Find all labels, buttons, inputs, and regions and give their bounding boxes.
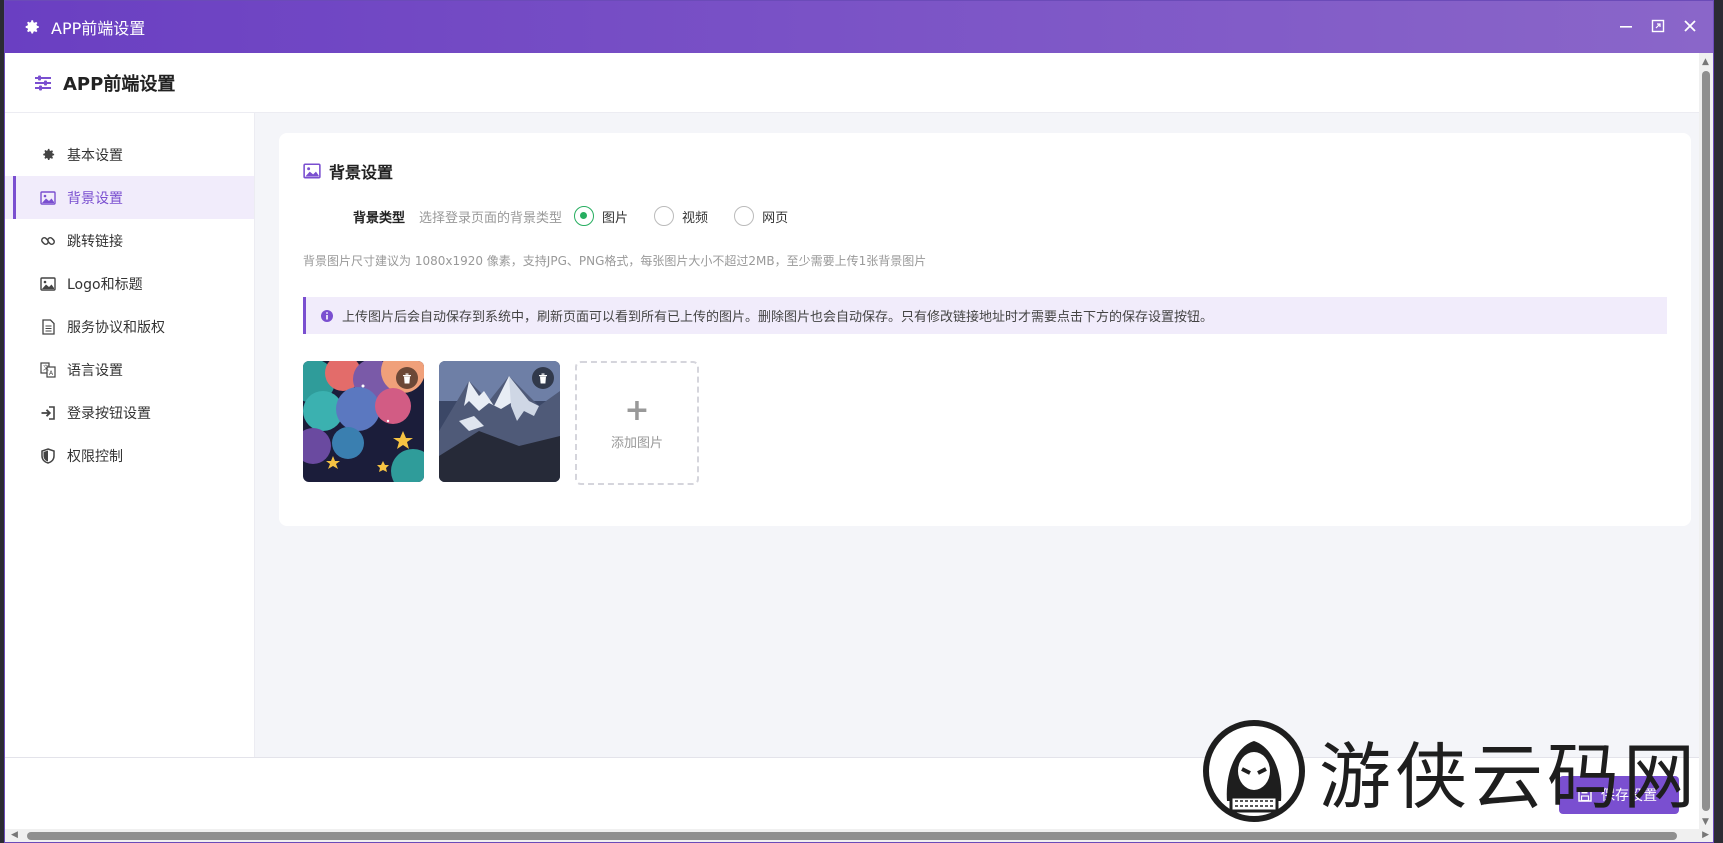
sidebar-item-login-button-settings[interactable]: 登录按钮设置 — [5, 391, 254, 434]
radio-dot[interactable] — [734, 206, 755, 226]
sidebar-item-redirect-links[interactable]: 跳转链接 — [5, 219, 254, 262]
link-icon — [39, 232, 57, 250]
horizontal-scrollbar[interactable]: ◀ ▶ — [5, 829, 1713, 842]
save-settings-label: 保存设置 — [1601, 788, 1657, 804]
image-list: + 添加图片 — [303, 361, 699, 485]
main-content: 背景设置 背景类型 选择登录页面的背景类型 图片 视频 网页 背景图片尺寸建议为… — [255, 113, 1699, 757]
page-header: APP前端设置 — [5, 53, 1699, 113]
radio-video[interactable]: 视频 — [654, 206, 708, 226]
plus-icon: + — [624, 392, 650, 428]
sidebar-item-label: 服务协议和版权 — [67, 319, 165, 336]
sidebar-item-permission-control[interactable]: 权限控制 — [5, 434, 254, 477]
radio-dot[interactable] — [654, 206, 675, 226]
scroll-down-icon[interactable]: ▼ — [1702, 817, 1709, 827]
image-icon — [303, 163, 321, 179]
sidebar-item-label: Logo和标题 — [67, 276, 143, 293]
shield-icon — [39, 447, 57, 465]
page-title: APP前端设置 — [63, 73, 176, 95]
section-title: 背景设置 — [303, 159, 393, 183]
sidebar-item-terms-copyright[interactable]: 服务协议和版权 — [5, 305, 254, 348]
sidebar-nav: 基本设置 背景设置 跳转链接 Logo和标题 服务协议和版权 文A 语言设置 登… — [5, 113, 255, 757]
sidebar-item-label: 跳转链接 — [67, 233, 123, 250]
info-icon — [321, 309, 333, 322]
gear-icon — [25, 20, 39, 34]
add-image-button[interactable]: + 添加图片 — [575, 361, 699, 485]
sidebar-item-logo-title[interactable]: Logo和标题 — [5, 262, 254, 305]
scroll-up-icon[interactable]: ▲ — [1702, 57, 1709, 67]
image-size-hint: 背景图片尺寸建议为 1080x1920 像素，支持JPG、PNG格式，每张图片大… — [303, 254, 927, 268]
sidebar-item-basic-settings[interactable]: 基本设置 — [5, 133, 254, 176]
sidebar-item-language-settings[interactable]: 文A 语言设置 — [5, 348, 254, 391]
floppy-disk-icon — [1578, 788, 1592, 802]
sidebar-item-label: 权限控制 — [67, 448, 123, 465]
radio-image[interactable]: 图片 — [574, 206, 628, 226]
vertical-scrollbar[interactable]: ▲ ▼ — [1699, 53, 1713, 829]
sliders-icon — [35, 75, 51, 90]
info-text: 上传图片后会自动保存到系统中，刷新页面可以看到所有已上传的图片。删除图片也会自动… — [342, 310, 1214, 325]
horizontal-scroll-thumb[interactable] — [27, 832, 1677, 840]
scroll-left-icon[interactable]: ◀ — [11, 830, 18, 840]
background-image-thumbnail[interactable] — [303, 361, 424, 482]
background-type-row: 背景类型 选择登录页面的背景类型 图片 视频 网页 — [353, 206, 814, 226]
add-image-label: 添加图片 — [610, 435, 663, 451]
radio-webpage[interactable]: 网页 — [734, 206, 788, 226]
background-type-label: 背景类型 — [353, 210, 406, 226]
radio-label: 网页 — [762, 210, 789, 226]
save-settings-button[interactable]: 保存设置 — [1559, 776, 1679, 814]
radio-dot[interactable] — [574, 206, 595, 226]
sidebar-item-label: 语言设置 — [67, 362, 123, 379]
maximize-icon[interactable] — [1649, 17, 1667, 35]
window-title: APP前端设置 — [51, 19, 146, 38]
close-icon[interactable] — [1681, 17, 1699, 35]
radio-label: 视频 — [682, 210, 709, 226]
sidebar-item-background-settings[interactable]: 背景设置 — [5, 176, 254, 219]
trash-icon[interactable] — [532, 367, 554, 389]
section-title-text: 背景设置 — [329, 163, 394, 182]
vertical-scroll-thumb[interactable] — [1702, 71, 1710, 811]
minimize-icon[interactable] — [1617, 17, 1635, 35]
scroll-right-icon[interactable]: ▶ — [1702, 830, 1709, 840]
background-image-thumbnail[interactable] — [439, 361, 560, 482]
sidebar-item-label: 基本设置 — [67, 147, 123, 164]
translate-icon: 文A — [39, 361, 57, 379]
image-icon — [39, 189, 57, 207]
trash-icon[interactable] — [396, 367, 418, 389]
sign-in-icon — [39, 404, 57, 422]
app-window: APP前端设置 APP前端设置 基本设置 背景设置 跳转链接 Logo和标题 服… — [4, 0, 1714, 843]
title-bar[interactable]: APP前端设置 — [5, 1, 1713, 53]
gear-icon — [39, 146, 57, 164]
document-icon — [39, 318, 57, 336]
radio-label: 图片 — [602, 210, 629, 226]
sidebar-item-label: 背景设置 — [67, 190, 123, 207]
info-alert: 上传图片后会自动保存到系统中，刷新页面可以看到所有已上传的图片。删除图片也会自动… — [303, 297, 1667, 334]
image-icon — [39, 275, 57, 293]
background-settings-card: 背景设置 背景类型 选择登录页面的背景类型 图片 视频 网页 背景图片尺寸建议为… — [279, 133, 1691, 526]
background-type-hint: 选择登录页面的背景类型 — [419, 210, 563, 226]
sidebar-item-label: 登录按钮设置 — [67, 405, 151, 422]
footer-bar: 保存设置 — [5, 757, 1699, 829]
